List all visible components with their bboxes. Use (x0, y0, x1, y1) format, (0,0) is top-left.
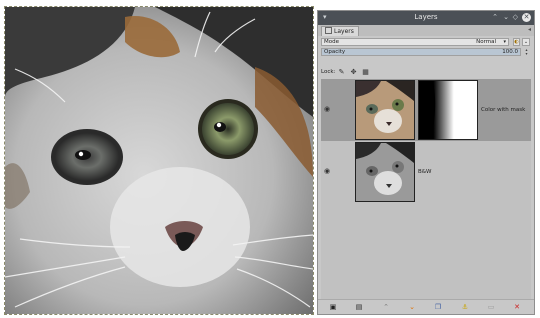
alpha-lock-icon[interactable]: ▦ (361, 68, 370, 77)
new-layer-icon[interactable]: ▣ (328, 302, 338, 312)
image-canvas[interactable] (4, 6, 314, 315)
lower-layer-icon[interactable]: ⌄ (407, 302, 417, 312)
minimize-icon[interactable]: ⌄ (503, 13, 509, 21)
layer-actions-bar: ▣ ▤ ⌃ ⌄ ❐ ⚓ ▭ ✕ (318, 299, 534, 314)
raise-layer-icon[interactable]: ⌃ (381, 302, 391, 312)
layer-list[interactable]: ◉ Color with mask ◉ B&W (321, 79, 531, 300)
tab-menu-icon[interactable]: ◂ (528, 26, 531, 33)
eye-icon[interactable]: ◉ (324, 106, 334, 113)
duplicate-layer-icon[interactable]: ❐ (433, 302, 443, 312)
layer-name[interactable]: Color with mask (481, 107, 525, 113)
opacity-row: Opacity 100.0 ▴ ▾ (321, 48, 531, 56)
opacity-fill (322, 49, 520, 55)
lock-row: Lock: ✎ ✥ ▦ (321, 68, 531, 77)
opacity-slider[interactable]: Opacity 100.0 (321, 48, 521, 56)
tab-layers[interactable]: Layers (321, 26, 359, 36)
anchor-layer-icon[interactable]: ⚓ (460, 302, 470, 312)
layer-thumbnail (355, 142, 415, 202)
mask-thumbnail[interactable] (418, 80, 478, 140)
delete-layer-icon[interactable]: ✕ (512, 302, 522, 312)
composite-mode-icon[interactable]: ◐ (513, 38, 520, 46)
opacity-label: Opacity (324, 49, 346, 55)
mode-options-icon[interactable]: ⌄ (522, 38, 530, 46)
paint-brush-icon[interactable]: ✎ (337, 68, 346, 77)
tab-bar: Layers ◂ (318, 25, 534, 36)
mode-row: Mode Normal ▾ ◐ ⌄ (321, 38, 531, 46)
merge-down-icon[interactable]: ▭ (486, 302, 496, 312)
tab-label: Layers (334, 28, 354, 35)
dock-titlebar[interactable]: ▾ Layers ⌃ ⌄ ◇ ✕ (318, 11, 534, 25)
cat-photo (5, 7, 313, 314)
move-icon[interactable]: ✥ (349, 68, 358, 77)
new-layer-group-icon[interactable]: ▤ (354, 302, 364, 312)
close-icon[interactable]: ✕ (522, 13, 531, 22)
layers-tab-icon (325, 27, 332, 34)
mode-label: Mode (324, 39, 339, 45)
layer-thumbnail (355, 80, 415, 140)
opacity-spinner[interactable]: ▴ ▾ (523, 48, 530, 56)
lock-label: Lock: (321, 69, 336, 75)
layer-row[interactable]: ◉ Color with mask (321, 79, 531, 141)
dock-title: Layers (414, 13, 438, 21)
layer-name[interactable]: B&W (418, 169, 432, 175)
mode-select[interactable]: Mode Normal ▾ (321, 38, 509, 46)
eye-icon[interactable]: ◉ (324, 168, 334, 175)
mode-value: Normal (476, 39, 496, 45)
chevron-down-icon: ▾ (503, 39, 506, 45)
maximize-icon[interactable]: ⌃ (492, 13, 498, 21)
layer-row[interactable]: ◉ B&W (321, 141, 531, 203)
restore-icon[interactable]: ◇ (513, 13, 518, 21)
layers-dock: ▾ Layers ⌃ ⌄ ◇ ✕ Layers ◂ Mode Normal ▾ … (317, 10, 535, 315)
opacity-value: 100.0 (502, 49, 518, 55)
